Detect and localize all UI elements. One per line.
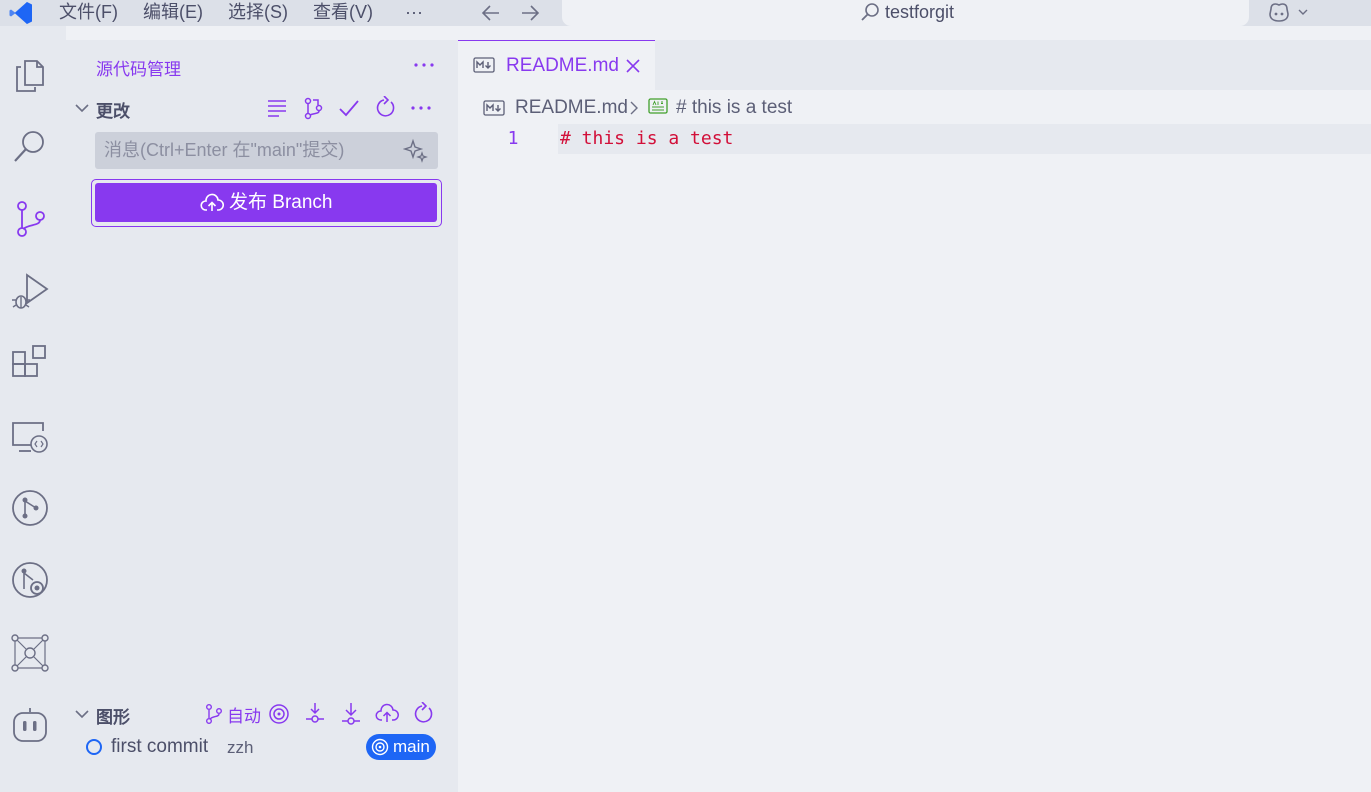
markdown-icon (473, 57, 495, 73)
markdown-icon (483, 100, 505, 116)
menu-view[interactable]: 查看(V) (313, 0, 373, 26)
code-line[interactable]: # this is a test (560, 128, 733, 149)
search-icon (859, 1, 881, 23)
changes-more-icon[interactable] (408, 96, 434, 120)
branch-badge[interactable]: main (366, 734, 436, 760)
view-as-tree-icon[interactable] (264, 96, 290, 120)
editor-tab-bar: README.md (458, 40, 1371, 90)
commit-message-input[interactable] (95, 132, 395, 169)
vscode-logo-icon (8, 0, 34, 26)
commit-message-field[interactable] (95, 132, 438, 169)
push-cloud-icon[interactable] (374, 702, 400, 726)
publish-branch-button[interactable]: 发布 Branch (95, 183, 437, 222)
copilot-menu-button[interactable] (1266, 0, 1312, 26)
breadcrumb-symbol[interactable]: # this is a test (676, 97, 792, 119)
publish-branch-label: 发布 Branch (229, 192, 333, 213)
publish-button-focus-ring: 发布 Branch (91, 179, 442, 227)
graph-auto-label: 自动 (227, 706, 261, 726)
run-debug-icon[interactable] (9, 270, 51, 312)
chevron-down-icon[interactable] (72, 98, 92, 118)
search-text: testforgit (885, 2, 955, 22)
more-actions-icon[interactable] (410, 53, 438, 77)
source-control-sidebar: 源代码管理 更改 发布 (66, 40, 458, 792)
command-center-search[interactable]: testforgit (562, 0, 1249, 26)
git-graph-icon[interactable] (9, 559, 51, 601)
menu-edit[interactable]: 编辑(E) (143, 0, 203, 26)
sidebar-title: 源代码管理 (96, 60, 181, 79)
changes-section-header[interactable]: 更改 (72, 94, 452, 122)
explorer-icon[interactable] (9, 53, 51, 95)
menu-selection[interactable]: 选择(S) (228, 0, 288, 26)
activity-bar (0, 26, 66, 792)
network-graph-icon[interactable] (9, 632, 51, 674)
source-control-icon[interactable] (9, 198, 51, 240)
remote-explorer-icon[interactable] (9, 415, 51, 457)
sparkle-icon[interactable] (403, 138, 429, 164)
pull-icon[interactable] (338, 702, 364, 726)
target-icon[interactable] (266, 702, 292, 726)
code-editor[interactable]: 1 # this is a test (458, 124, 1371, 792)
graph-label: 图形 (96, 708, 130, 727)
graph-refresh-icon[interactable] (410, 702, 436, 726)
menu-more[interactable]: ··· (405, 0, 423, 26)
commit-message: first commit (111, 736, 209, 757)
target-icon (371, 738, 389, 756)
commit-node-icon (86, 739, 102, 755)
extensions-icon[interactable] (9, 342, 51, 384)
tab-label: README.md (506, 55, 619, 76)
git-icon[interactable] (9, 487, 51, 529)
changes-label: 更改 (96, 102, 130, 121)
line-number: 1 (507, 128, 519, 149)
graph-commit-row[interactable]: first commit zzh main (84, 734, 440, 760)
commit-graph-icon[interactable] (300, 96, 326, 120)
copilot-icon[interactable] (9, 704, 51, 746)
back-arrow-icon[interactable] (479, 2, 503, 24)
commit-author: zzh (227, 738, 254, 757)
search-icon[interactable] (9, 125, 51, 167)
cloud-upload-icon (200, 193, 224, 211)
string-symbol-icon (648, 98, 668, 114)
breadcrumb: README.md # this is a test (458, 90, 1371, 124)
branch-name: main (393, 737, 430, 756)
refresh-icon[interactable] (372, 96, 398, 120)
commit-check-icon[interactable] (336, 96, 362, 120)
title-bar: 文件(F) 编辑(E) 选择(S) 查看(V) ··· testforgit (0, 0, 1371, 26)
menu-file[interactable]: 文件(F) (59, 0, 118, 26)
chevron-down-icon[interactable] (72, 704, 92, 724)
close-icon[interactable] (623, 56, 643, 76)
branch-icon (206, 704, 222, 724)
fetch-icon[interactable] (302, 702, 328, 726)
graph-section-header[interactable]: 图形 自动 (72, 700, 452, 728)
forward-arrow-icon[interactable] (518, 2, 542, 24)
chevron-right-icon (626, 99, 642, 117)
tab-readme[interactable]: README.md (458, 40, 655, 90)
breadcrumb-file[interactable]: README.md (515, 97, 628, 119)
graph-auto-button[interactable]: 自动 (203, 702, 261, 726)
